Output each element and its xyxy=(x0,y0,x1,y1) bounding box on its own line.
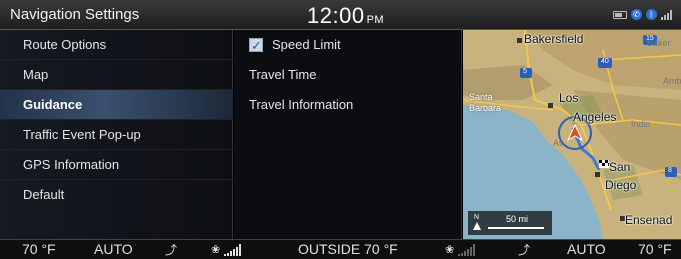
left-fan-level xyxy=(224,244,241,256)
menu-item-guidance[interactable]: Guidance xyxy=(0,90,233,120)
route-40-shield: 40 xyxy=(601,58,609,65)
route-5-shield: 5 xyxy=(523,68,527,75)
map-view[interactable]: Bakersfield Baker Amb Santa Barbara Los … xyxy=(463,30,681,239)
menu-item-route-options[interactable]: Route Options xyxy=(0,30,233,60)
map-label-san: San xyxy=(609,160,631,174)
speed-limit-label: Speed Limit xyxy=(272,37,341,52)
clock: 12:00 PM xyxy=(307,3,384,29)
north-arrow-icon xyxy=(473,222,481,230)
battery-icon xyxy=(613,10,627,19)
right-temp[interactable]: 70 °F xyxy=(638,241,672,257)
status-icons: ✆ ᛒ xyxy=(613,9,673,20)
signal-icon xyxy=(661,9,673,20)
right-fan-icon[interactable]: ❀ xyxy=(445,243,454,256)
map-label-ensenada: Ensenad xyxy=(625,213,673,227)
map-label-santa: Santa xyxy=(469,92,493,102)
left-airflow-icon[interactable]: ⤴︎ xyxy=(165,241,177,258)
scale-bar xyxy=(488,227,544,229)
travel-information-option[interactable]: Travel Information xyxy=(234,90,462,120)
scale-label: 50 mi xyxy=(506,214,529,224)
compass-label: N xyxy=(474,214,480,221)
clock-time: 12:00 xyxy=(307,3,365,28)
right-auto[interactable]: AUTO xyxy=(567,241,606,257)
speed-limit-checkbox[interactable] xyxy=(249,31,263,61)
menu-item-gps-information[interactable]: GPS Information xyxy=(0,150,233,180)
left-auto[interactable]: AUTO xyxy=(94,241,133,257)
title-bar: Navigation Settings 12:00 PM ✆ ᛒ xyxy=(0,0,681,30)
outside-temp: OUTSIDE 70 °F xyxy=(298,241,398,257)
map-label-los: Los xyxy=(559,91,579,105)
bluetooth-icon: ᛒ xyxy=(646,9,657,20)
menu-item-map[interactable]: Map xyxy=(0,60,233,90)
map-label-indio: Indio xyxy=(631,119,651,129)
left-fan-icon[interactable]: ❀ xyxy=(211,243,220,256)
route-15-shield: 15 xyxy=(646,35,654,42)
settings-menu: Route Options Map Guidance Traffic Event… xyxy=(0,30,233,239)
map-label-barbara: Barbara xyxy=(469,103,502,113)
speed-limit-option[interactable]: Speed Limit xyxy=(234,30,462,61)
menu-item-default[interactable]: Default xyxy=(0,180,233,210)
map-scale: N 50 mi xyxy=(468,211,552,235)
map-label-angeles: Angeles xyxy=(573,110,617,124)
clock-ampm: PM xyxy=(366,14,385,26)
map-label-bakersfield: Bakersfield xyxy=(524,32,584,46)
right-fan-level xyxy=(458,244,475,256)
bluetooth-phone-icon: ✆ xyxy=(631,9,642,20)
menu-item-traffic-event-popup[interactable]: Traffic Event Pop-up xyxy=(0,120,233,150)
left-temp[interactable]: 70 °F xyxy=(22,241,56,257)
route-8-shield: 8 xyxy=(668,167,672,174)
right-airflow-icon[interactable]: ⤴︎ xyxy=(518,241,530,258)
travel-time-option[interactable]: Travel Time xyxy=(234,60,462,90)
map-label-amb: Amb xyxy=(663,76,681,86)
climate-bar: 70 °F AUTO ⤴︎ ❀ OUTSIDE 70 °F ❀ ⤴︎ AUTO … xyxy=(0,239,681,259)
map-label-diego: Diego xyxy=(605,178,637,192)
page-title: Navigation Settings xyxy=(10,6,140,23)
map-label-av: Av xyxy=(553,138,564,148)
map-canvas xyxy=(463,30,681,239)
guidance-options: Speed Limit Travel Time Travel Informati… xyxy=(234,30,462,239)
